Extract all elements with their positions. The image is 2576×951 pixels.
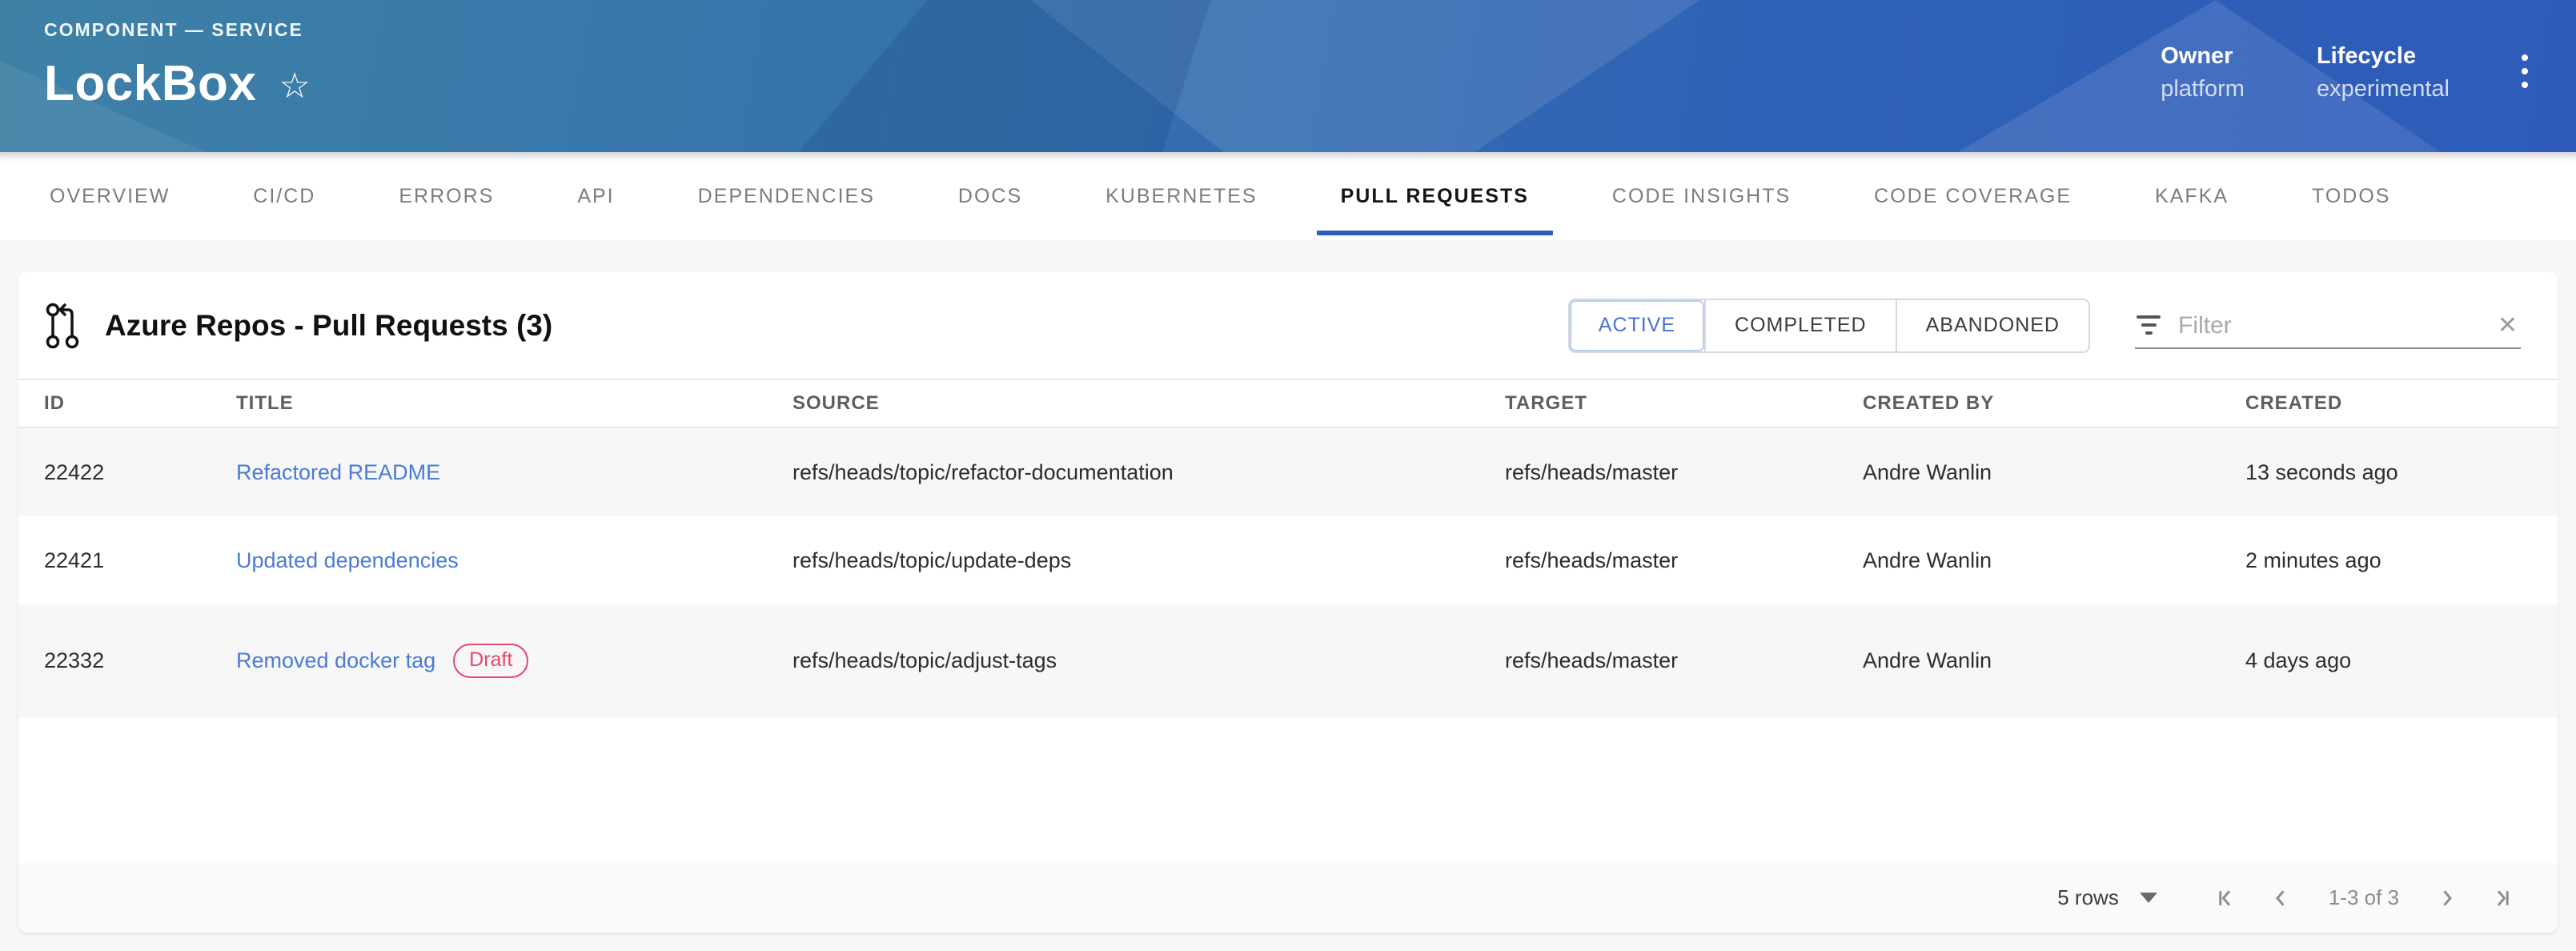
- pr-created-by: Andre Wanlin: [1863, 548, 2245, 573]
- tab-kubernetes[interactable]: Kubernetes: [1064, 152, 1298, 240]
- pr-id: 22332: [44, 648, 236, 673]
- clear-filter-icon[interactable]: ✕: [2494, 311, 2521, 339]
- rows-per-page-select[interactable]: 5 rows: [2057, 885, 2157, 910]
- lifecycle-info: Lifecycle experimental: [2317, 43, 2450, 102]
- column-header-target: TARGET: [1505, 392, 1863, 415]
- pull-requests-card: Azure Repos - Pull Requests (3) ACTIVE C…: [18, 272, 2558, 933]
- table-footer: 5 rows 1-3 of 3: [18, 863, 2558, 933]
- tab-kafka[interactable]: Kafka: [2113, 152, 2270, 240]
- pr-id: 22421: [44, 548, 236, 573]
- pr-source-branch: refs/heads/topic/update-deps: [792, 548, 1505, 573]
- card-title: Azure Repos - Pull Requests (3): [105, 309, 552, 343]
- pr-title-link[interactable]: Refactored README: [236, 460, 440, 485]
- pull-request-icon: [44, 302, 81, 350]
- table-row: 22421 Updated dependencies refs/heads/to…: [18, 516, 2558, 604]
- kebab-menu-icon[interactable]: [2514, 46, 2536, 96]
- lifecycle-value: experimental: [2317, 76, 2450, 102]
- owner-info: Owner platform: [2161, 43, 2245, 102]
- pagination-range: 1-3 of 3: [2329, 885, 2399, 910]
- owner-value[interactable]: platform: [2161, 76, 2245, 102]
- column-header-created-by: CREATED BY: [1863, 392, 2245, 415]
- completed-filter-button[interactable]: COMPLETED: [1704, 300, 1896, 351]
- pr-title-link[interactable]: Updated dependencies: [236, 548, 459, 573]
- column-header-id: ID: [44, 392, 236, 415]
- filter-input[interactable]: [2178, 312, 2494, 339]
- pr-id: 22422: [44, 460, 236, 485]
- pr-source-branch: refs/heads/topic/adjust-tags: [792, 648, 1505, 673]
- pr-created: 13 seconds ago: [2245, 460, 2558, 485]
- prev-page-icon[interactable]: [2253, 875, 2309, 921]
- column-header-source: SOURCE: [792, 392, 1505, 415]
- app-header: COMPONENT — SERVICE LockBox ☆ Owner plat…: [0, 0, 2576, 152]
- abandoned-filter-button[interactable]: ABANDONED: [1896, 300, 2088, 351]
- tab-code-coverage[interactable]: Code Coverage: [1832, 152, 2113, 240]
- lifecycle-label: Lifecycle: [2317, 43, 2450, 70]
- pr-target-branch: refs/heads/master: [1505, 648, 1863, 673]
- filter-icon: [2135, 315, 2162, 336]
- tab-pull-requests[interactable]: Pull Requests: [1299, 152, 1571, 240]
- rows-per-page-value: 5 rows: [2057, 885, 2119, 910]
- owner-label: Owner: [2161, 43, 2245, 70]
- pr-created-by: Andre Wanlin: [1863, 460, 2245, 485]
- pr-target-branch: refs/heads/master: [1505, 460, 1863, 485]
- pr-created: 4 days ago: [2245, 648, 2558, 673]
- tab-ci-cd[interactable]: CI/CD: [211, 152, 357, 240]
- pr-target-branch: refs/heads/master: [1505, 548, 1863, 573]
- pr-title-link[interactable]: Removed docker tag: [236, 648, 435, 673]
- column-header-created: CREATED: [2245, 392, 2558, 415]
- column-header-title: TITLE: [236, 392, 792, 415]
- table-row: 22422 Refactored README refs/heads/topic…: [18, 428, 2558, 516]
- draft-badge: Draft: [453, 644, 528, 678]
- star-icon[interactable]: ☆: [279, 69, 310, 104]
- pr-created-by: Andre Wanlin: [1863, 648, 2245, 673]
- tab-code-insights[interactable]: Code Insights: [1571, 152, 1832, 240]
- tab-api[interactable]: API: [536, 152, 656, 240]
- last-page-icon[interactable]: [2474, 875, 2530, 921]
- breadcrumb: COMPONENT — SERVICE: [44, 19, 311, 41]
- filter-box: ✕: [2135, 311, 2521, 349]
- tab-dependencies[interactable]: Dependencies: [656, 152, 917, 240]
- table-header-row: ID TITLE SOURCE TARGET CREATED BY CREATE…: [18, 380, 2558, 428]
- next-page-icon[interactable]: [2418, 875, 2474, 921]
- tab-overview[interactable]: Overview: [8, 152, 211, 240]
- first-page-icon[interactable]: [2197, 875, 2253, 921]
- status-filter-group: ACTIVE COMPLETED ABANDONED: [1568, 299, 2090, 353]
- page-title: LockBox: [44, 55, 256, 112]
- tab-todos[interactable]: Todos: [2270, 152, 2432, 240]
- pr-source-branch: refs/heads/topic/refactor-documentation: [792, 460, 1505, 485]
- card-header: Azure Repos - Pull Requests (3) ACTIVE C…: [18, 272, 2558, 380]
- table-row: 22332 Removed docker tag Draft refs/head…: [18, 604, 2558, 717]
- pr-created: 2 minutes ago: [2245, 548, 2558, 573]
- tab-docs[interactable]: Docs: [917, 152, 1064, 240]
- pagination: 1-3 of 3: [2197, 875, 2530, 921]
- tab-bar: Overview CI/CD Errors API Dependencies D…: [0, 152, 2576, 240]
- tab-errors[interactable]: Errors: [357, 152, 536, 240]
- caret-down-icon: [2140, 893, 2157, 903]
- active-filter-button[interactable]: ACTIVE: [1570, 300, 1704, 351]
